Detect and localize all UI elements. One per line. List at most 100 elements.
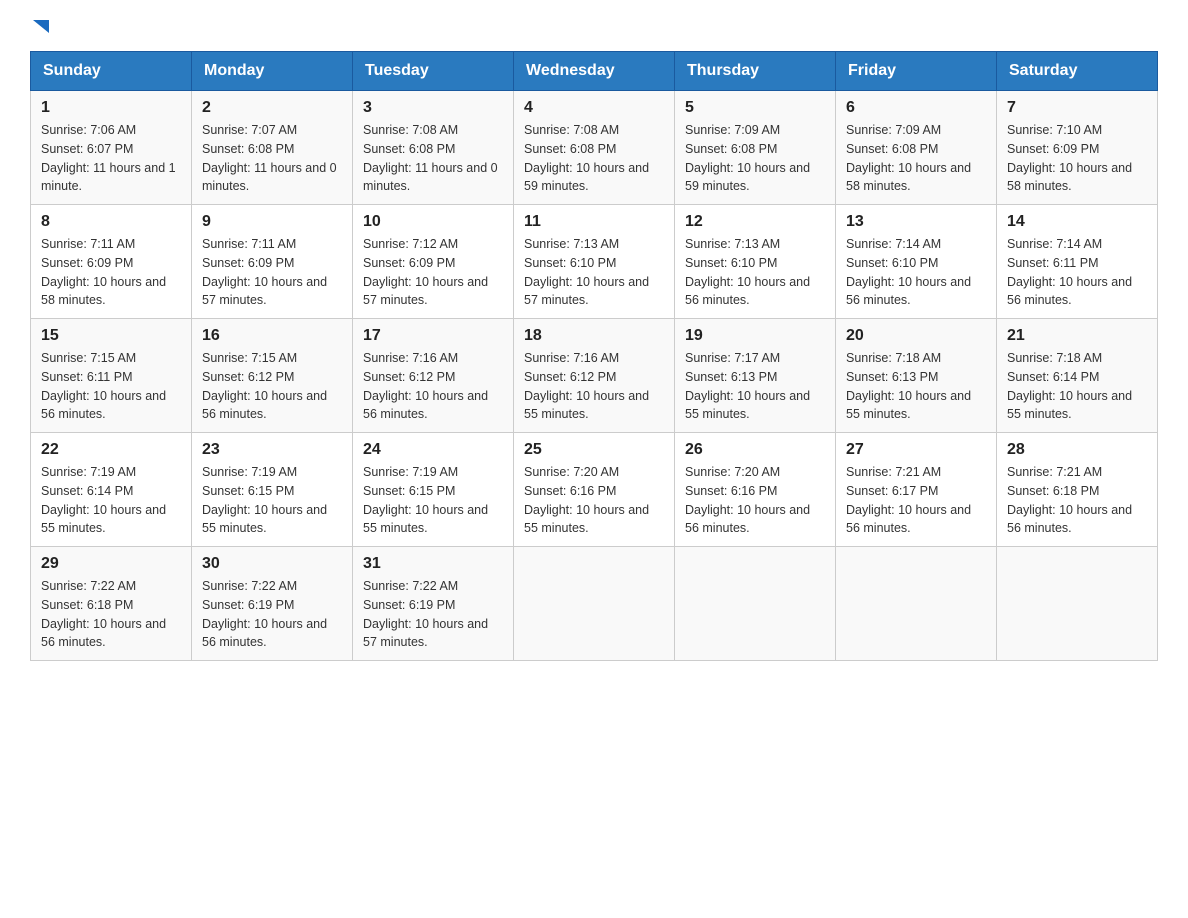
day-info: Sunrise: 7:13 AM Sunset: 6:10 PM Dayligh…: [524, 235, 664, 310]
day-number: 23: [202, 441, 342, 459]
calendar-cell: 23 Sunrise: 7:19 AM Sunset: 6:15 PM Dayl…: [192, 433, 353, 547]
day-info: Sunrise: 7:17 AM Sunset: 6:13 PM Dayligh…: [685, 349, 825, 424]
calendar-cell: 21 Sunrise: 7:18 AM Sunset: 6:14 PM Dayl…: [997, 319, 1158, 433]
day-number: 30: [202, 555, 342, 573]
day-number: 5: [685, 99, 825, 117]
calendar-cell: 18 Sunrise: 7:16 AM Sunset: 6:12 PM Dayl…: [514, 319, 675, 433]
day-number: 12: [685, 213, 825, 231]
calendar-cell: [836, 547, 997, 661]
calendar-header-saturday: Saturday: [997, 52, 1158, 91]
day-number: 25: [524, 441, 664, 459]
day-info: Sunrise: 7:19 AM Sunset: 6:14 PM Dayligh…: [41, 463, 181, 538]
calendar-cell: 16 Sunrise: 7:15 AM Sunset: 6:12 PM Dayl…: [192, 319, 353, 433]
day-number: 9: [202, 213, 342, 231]
calendar-cell: 29 Sunrise: 7:22 AM Sunset: 6:18 PM Dayl…: [31, 547, 192, 661]
day-number: 10: [363, 213, 503, 231]
day-info: Sunrise: 7:21 AM Sunset: 6:17 PM Dayligh…: [846, 463, 986, 538]
page-header: [30, 20, 1158, 31]
calendar-header-monday: Monday: [192, 52, 353, 91]
day-info: Sunrise: 7:11 AM Sunset: 6:09 PM Dayligh…: [41, 235, 181, 310]
day-info: Sunrise: 7:14 AM Sunset: 6:11 PM Dayligh…: [1007, 235, 1147, 310]
logo-triangle-icon: [33, 20, 49, 33]
calendar-cell: 12 Sunrise: 7:13 AM Sunset: 6:10 PM Dayl…: [675, 205, 836, 319]
calendar-header-friday: Friday: [836, 52, 997, 91]
day-number: 21: [1007, 327, 1147, 345]
calendar-cell: 3 Sunrise: 7:08 AM Sunset: 6:08 PM Dayli…: [353, 91, 514, 205]
day-info: Sunrise: 7:08 AM Sunset: 6:08 PM Dayligh…: [363, 121, 503, 196]
day-info: Sunrise: 7:11 AM Sunset: 6:09 PM Dayligh…: [202, 235, 342, 310]
calendar-cell: 4 Sunrise: 7:08 AM Sunset: 6:08 PM Dayli…: [514, 91, 675, 205]
calendar-cell: 2 Sunrise: 7:07 AM Sunset: 6:08 PM Dayli…: [192, 91, 353, 205]
calendar-table: SundayMondayTuesdayWednesdayThursdayFrid…: [30, 51, 1158, 661]
calendar-cell: 20 Sunrise: 7:18 AM Sunset: 6:13 PM Dayl…: [836, 319, 997, 433]
day-info: Sunrise: 7:19 AM Sunset: 6:15 PM Dayligh…: [363, 463, 503, 538]
day-number: 2: [202, 99, 342, 117]
day-number: 29: [41, 555, 181, 573]
day-info: Sunrise: 7:08 AM Sunset: 6:08 PM Dayligh…: [524, 121, 664, 196]
day-info: Sunrise: 7:14 AM Sunset: 6:10 PM Dayligh…: [846, 235, 986, 310]
day-info: Sunrise: 7:18 AM Sunset: 6:13 PM Dayligh…: [846, 349, 986, 424]
day-info: Sunrise: 7:12 AM Sunset: 6:09 PM Dayligh…: [363, 235, 503, 310]
calendar-cell: 1 Sunrise: 7:06 AM Sunset: 6:07 PM Dayli…: [31, 91, 192, 205]
calendar-cell: 13 Sunrise: 7:14 AM Sunset: 6:10 PM Dayl…: [836, 205, 997, 319]
calendar-cell: 6 Sunrise: 7:09 AM Sunset: 6:08 PM Dayli…: [836, 91, 997, 205]
day-info: Sunrise: 7:10 AM Sunset: 6:09 PM Dayligh…: [1007, 121, 1147, 196]
day-info: Sunrise: 7:06 AM Sunset: 6:07 PM Dayligh…: [41, 121, 181, 196]
day-number: 28: [1007, 441, 1147, 459]
day-info: Sunrise: 7:18 AM Sunset: 6:14 PM Dayligh…: [1007, 349, 1147, 424]
day-info: Sunrise: 7:21 AM Sunset: 6:18 PM Dayligh…: [1007, 463, 1147, 538]
calendar-cell: 28 Sunrise: 7:21 AM Sunset: 6:18 PM Dayl…: [997, 433, 1158, 547]
calendar-header-thursday: Thursday: [675, 52, 836, 91]
day-number: 15: [41, 327, 181, 345]
calendar-cell: 8 Sunrise: 7:11 AM Sunset: 6:09 PM Dayli…: [31, 205, 192, 319]
day-number: 24: [363, 441, 503, 459]
calendar-cell: 30 Sunrise: 7:22 AM Sunset: 6:19 PM Dayl…: [192, 547, 353, 661]
day-info: Sunrise: 7:09 AM Sunset: 6:08 PM Dayligh…: [846, 121, 986, 196]
day-info: Sunrise: 7:09 AM Sunset: 6:08 PM Dayligh…: [685, 121, 825, 196]
day-number: 11: [524, 213, 664, 231]
calendar-cell: 17 Sunrise: 7:16 AM Sunset: 6:12 PM Dayl…: [353, 319, 514, 433]
calendar-week-row: 29 Sunrise: 7:22 AM Sunset: 6:18 PM Dayl…: [31, 547, 1158, 661]
day-number: 14: [1007, 213, 1147, 231]
day-number: 13: [846, 213, 986, 231]
calendar-cell: 14 Sunrise: 7:14 AM Sunset: 6:11 PM Dayl…: [997, 205, 1158, 319]
calendar-week-row: 22 Sunrise: 7:19 AM Sunset: 6:14 PM Dayl…: [31, 433, 1158, 547]
day-info: Sunrise: 7:13 AM Sunset: 6:10 PM Dayligh…: [685, 235, 825, 310]
calendar-cell: 11 Sunrise: 7:13 AM Sunset: 6:10 PM Dayl…: [514, 205, 675, 319]
calendar-cell: 22 Sunrise: 7:19 AM Sunset: 6:14 PM Dayl…: [31, 433, 192, 547]
day-number: 3: [363, 99, 503, 117]
day-number: 4: [524, 99, 664, 117]
day-info: Sunrise: 7:22 AM Sunset: 6:19 PM Dayligh…: [363, 577, 503, 652]
day-number: 8: [41, 213, 181, 231]
day-number: 18: [524, 327, 664, 345]
calendar-cell: 5 Sunrise: 7:09 AM Sunset: 6:08 PM Dayli…: [675, 91, 836, 205]
calendar-header-wednesday: Wednesday: [514, 52, 675, 91]
calendar-week-row: 15 Sunrise: 7:15 AM Sunset: 6:11 PM Dayl…: [31, 319, 1158, 433]
day-info: Sunrise: 7:16 AM Sunset: 6:12 PM Dayligh…: [524, 349, 664, 424]
day-number: 27: [846, 441, 986, 459]
day-info: Sunrise: 7:22 AM Sunset: 6:19 PM Dayligh…: [202, 577, 342, 652]
day-number: 17: [363, 327, 503, 345]
day-info: Sunrise: 7:22 AM Sunset: 6:18 PM Dayligh…: [41, 577, 181, 652]
calendar-header-sunday: Sunday: [31, 52, 192, 91]
day-number: 6: [846, 99, 986, 117]
calendar-cell: 31 Sunrise: 7:22 AM Sunset: 6:19 PM Dayl…: [353, 547, 514, 661]
calendar-week-row: 1 Sunrise: 7:06 AM Sunset: 6:07 PM Dayli…: [31, 91, 1158, 205]
calendar-cell: [675, 547, 836, 661]
calendar-cell: 7 Sunrise: 7:10 AM Sunset: 6:09 PM Dayli…: [997, 91, 1158, 205]
day-number: 31: [363, 555, 503, 573]
day-info: Sunrise: 7:15 AM Sunset: 6:12 PM Dayligh…: [202, 349, 342, 424]
day-number: 19: [685, 327, 825, 345]
day-info: Sunrise: 7:19 AM Sunset: 6:15 PM Dayligh…: [202, 463, 342, 538]
calendar-cell: 9 Sunrise: 7:11 AM Sunset: 6:09 PM Dayli…: [192, 205, 353, 319]
calendar-cell: [997, 547, 1158, 661]
day-number: 20: [846, 327, 986, 345]
day-info: Sunrise: 7:20 AM Sunset: 6:16 PM Dayligh…: [524, 463, 664, 538]
calendar-cell: 27 Sunrise: 7:21 AM Sunset: 6:17 PM Dayl…: [836, 433, 997, 547]
calendar-cell: 19 Sunrise: 7:17 AM Sunset: 6:13 PM Dayl…: [675, 319, 836, 433]
day-info: Sunrise: 7:15 AM Sunset: 6:11 PM Dayligh…: [41, 349, 181, 424]
day-info: Sunrise: 7:07 AM Sunset: 6:08 PM Dayligh…: [202, 121, 342, 196]
calendar-cell: 10 Sunrise: 7:12 AM Sunset: 6:09 PM Dayl…: [353, 205, 514, 319]
calendar-cell: 26 Sunrise: 7:20 AM Sunset: 6:16 PM Dayl…: [675, 433, 836, 547]
day-number: 22: [41, 441, 181, 459]
